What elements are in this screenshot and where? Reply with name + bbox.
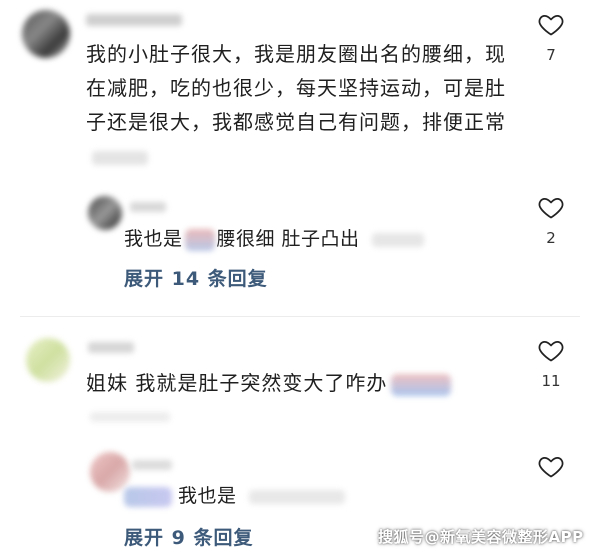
blurred-emoji <box>92 150 148 165</box>
comment-text: 我的小肚子很大，我是朋友圈出名的腰细，现在减肥，吃的也很少，每天坚持运动，可是肚… <box>86 37 506 173</box>
expand-replies-link[interactable]: 展开 9 条回复 <box>124 523 253 550</box>
heart-outline-icon <box>538 456 564 478</box>
blurred-emoji <box>124 486 172 507</box>
comment-text: 姐妹 我就是肚子突然变大了咋办 <box>86 366 506 400</box>
username[interactable] <box>88 342 134 353</box>
reply-username[interactable] <box>132 460 172 470</box>
comment-item: 姐妹 我就是肚子突然变大了咋办 11 我也是 展开 9 条回复 <box>0 320 590 554</box>
like-count: 2 <box>546 229 556 247</box>
reply-like-button[interactable]: 2 <box>536 193 566 247</box>
reply-username[interactable] <box>130 202 166 212</box>
comment-item: 我的小肚子很大，我是朋友圈出名的腰细，现在减肥，吃的也很少，每天坚持运动，可是肚… <box>0 0 590 320</box>
blurred-emoji <box>371 232 424 247</box>
heart-outline-icon <box>538 340 564 362</box>
reply-like-button[interactable] <box>536 452 566 484</box>
reply-text: 我也是 腰很细 肚子凸出 <box>124 225 524 253</box>
blurred-emoji <box>391 373 452 396</box>
like-button[interactable]: 11 <box>536 336 566 390</box>
expand-replies-link[interactable]: 展开 14 条回复 <box>124 264 268 291</box>
avatar[interactable] <box>22 10 70 58</box>
username[interactable] <box>86 14 182 26</box>
divider <box>20 316 580 317</box>
avatar[interactable] <box>26 338 70 382</box>
blurred-emoji <box>184 228 215 251</box>
reply-text: 我也是 <box>124 482 524 510</box>
heart-outline-icon <box>538 197 564 219</box>
heart-outline-icon <box>538 14 564 36</box>
like-count: 11 <box>541 372 561 390</box>
watermark: 搜狐号@新氧美容微整形APP <box>378 528 584 546</box>
like-count: 7 <box>546 46 556 64</box>
blurred-text <box>248 489 345 504</box>
blurred-text <box>90 412 170 422</box>
like-button[interactable]: 7 <box>536 10 566 64</box>
reply-avatar[interactable] <box>88 196 122 230</box>
